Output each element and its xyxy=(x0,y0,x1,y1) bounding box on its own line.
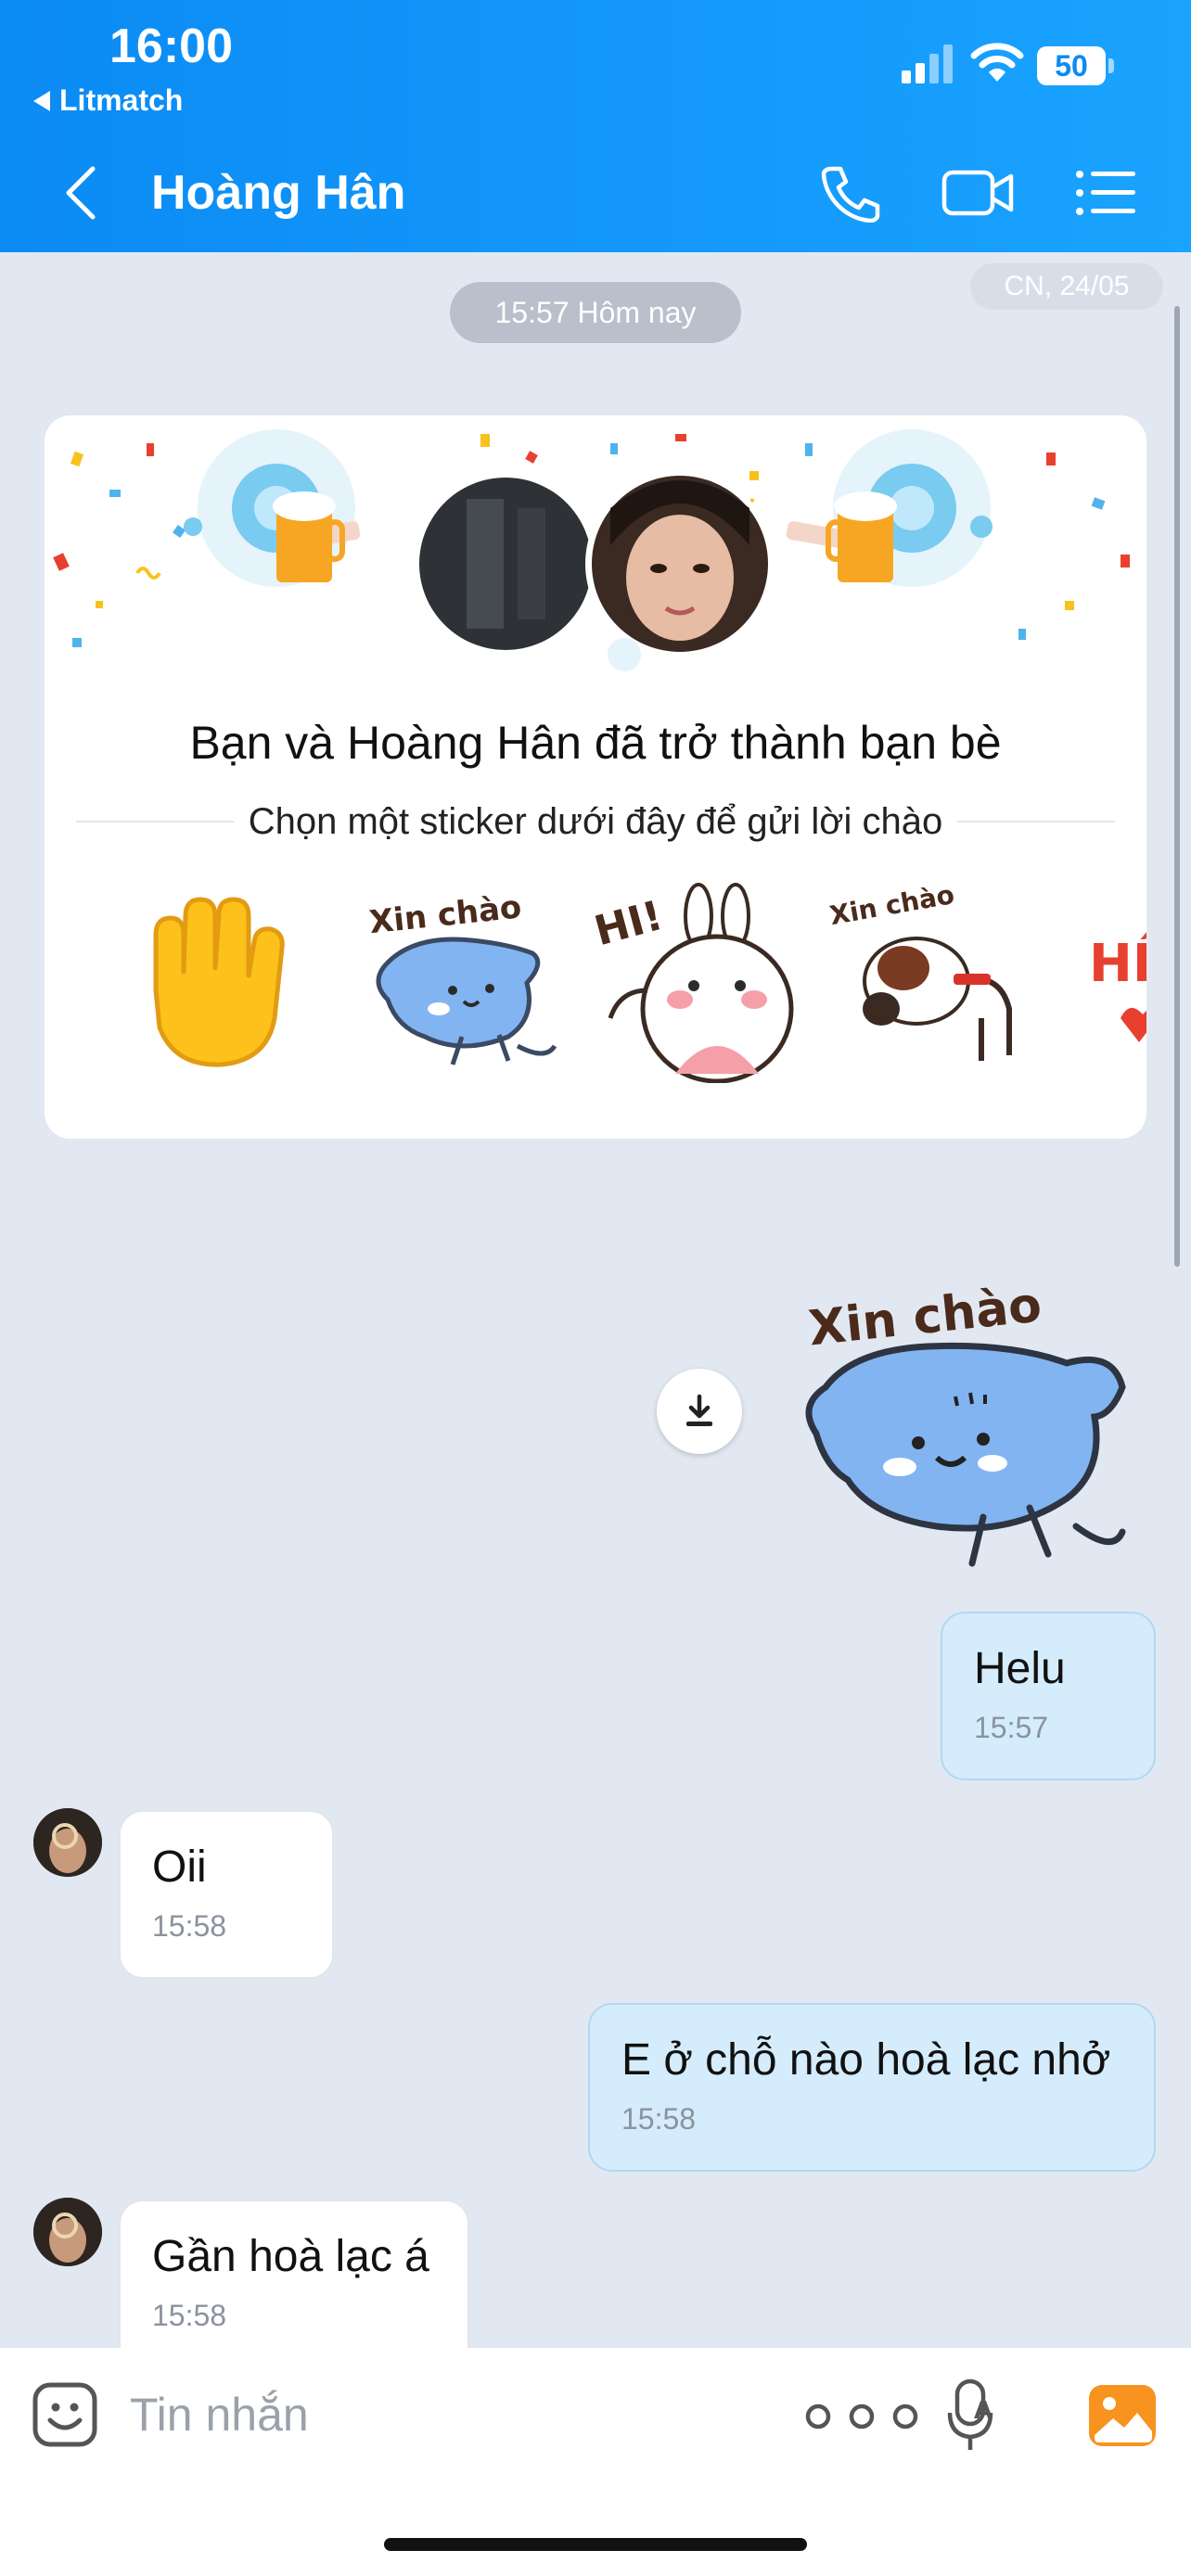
voice-to-text-icon[interactable]: A xyxy=(946,2376,1002,2454)
home-indicator[interactable] xyxy=(384,2538,807,2551)
my-avatar xyxy=(413,471,598,657)
sticker-xinchao-text: Xin chào xyxy=(367,888,523,941)
battery-indicator: 50 xyxy=(1037,46,1115,85)
message-input[interactable] xyxy=(130,2385,649,2444)
back-to-app-link[interactable]: Litmatch xyxy=(33,83,183,118)
date-label: CN, 24/05 xyxy=(970,263,1163,310)
back-app-label: Litmatch xyxy=(59,83,184,117)
sticker-he-text: HÊ xyxy=(1089,933,1146,994)
message-time: 15:58 xyxy=(621,2102,697,2136)
image-icon[interactable] xyxy=(1087,2383,1158,2448)
avatar[interactable] xyxy=(33,2198,102,2266)
sticker-waving-hand[interactable] xyxy=(119,879,304,1083)
back-triangle-icon xyxy=(33,90,50,111)
message-time: 15:58 xyxy=(152,2299,227,2332)
emoji-icon[interactable] xyxy=(32,2381,98,2448)
avatar[interactable] xyxy=(33,1808,102,1877)
chevron-left-icon[interactable] xyxy=(56,163,104,223)
message-text: Oii xyxy=(152,1843,207,1892)
sticker-he-partial[interactable]: HÊ xyxy=(1083,879,1146,1083)
divider xyxy=(957,821,1115,823)
contact-name[interactable]: Hoàng Hân xyxy=(151,165,405,221)
download-icon xyxy=(686,1394,712,1426)
download-button[interactable] xyxy=(657,1369,742,1454)
status-time: 16:00 xyxy=(109,19,233,73)
wifi-icon xyxy=(970,43,1024,82)
battery-tip xyxy=(1108,58,1114,73)
message-bubble-received[interactable]: Oii 15:58 xyxy=(119,1810,334,1979)
message-time: 15:58 xyxy=(152,1909,227,1943)
friend-card: Bạn và Hoàng Hân đã trở thành bạn bè Chọ… xyxy=(45,415,1146,1139)
message-bubble-sent[interactable]: Helu 15:57 xyxy=(941,1612,1156,1780)
video-camera-icon[interactable] xyxy=(941,165,1015,221)
message-bubble-sent[interactable]: E ở chỗ nào hoà lạc nhở 15:58 xyxy=(588,2003,1156,2172)
friend-card-subtitle-row: Chọn một sticker dưới đây để gửi lời chà… xyxy=(76,794,1115,849)
avatar-image xyxy=(33,1808,102,1877)
time-divider: 15:57 Hôm nay xyxy=(450,282,741,343)
friend-card-subtitle: Chọn một sticker dưới đây để gửi lời chà… xyxy=(248,800,943,842)
more-icon[interactable] xyxy=(801,2400,922,2433)
friend-card-title: Bạn và Hoàng Hân đã trở thành bạn bè xyxy=(189,717,1002,769)
sticker-xin-chao-cat[interactable]: Xin chào xyxy=(351,879,573,1083)
celebration-banner xyxy=(53,429,1130,671)
sticker-hi-text: HI! xyxy=(590,892,668,955)
scrollbar[interactable] xyxy=(1174,306,1180,1267)
list-menu-icon[interactable] xyxy=(1074,167,1139,219)
friend-avatar xyxy=(585,469,775,658)
sent-sticker-xin-chao[interactable]: Xin chào xyxy=(798,1248,1139,1575)
message-text: E ở chỗ nào hoà lạc nhở xyxy=(621,2035,1111,2085)
avatar-image xyxy=(33,2198,102,2266)
svg-text:A: A xyxy=(974,2397,992,2425)
message-time: 15:57 xyxy=(974,1711,1049,1744)
message-text: Helu xyxy=(974,1644,1066,1693)
battery-level: 50 xyxy=(1037,46,1106,85)
left-beer-decoration xyxy=(184,429,361,587)
divider xyxy=(76,821,234,823)
sticker-dog-text: Xin chào xyxy=(827,879,956,931)
sticker-xin-chao-dog[interactable]: Xin chào xyxy=(824,879,1046,1083)
cellular-signal-icon xyxy=(902,45,953,83)
sticker-hi-bunny[interactable]: HI! xyxy=(583,879,805,1083)
chat-header: 16:00 Litmatch 50 Hoàng Hân xyxy=(0,0,1191,252)
message-bubble-received[interactable]: Gần hoà lạc á 15:58 xyxy=(119,2200,469,2368)
phone-icon[interactable] xyxy=(816,163,883,223)
message-text: Gần hoà lạc á xyxy=(152,2232,429,2281)
right-beer-decoration xyxy=(786,429,992,587)
